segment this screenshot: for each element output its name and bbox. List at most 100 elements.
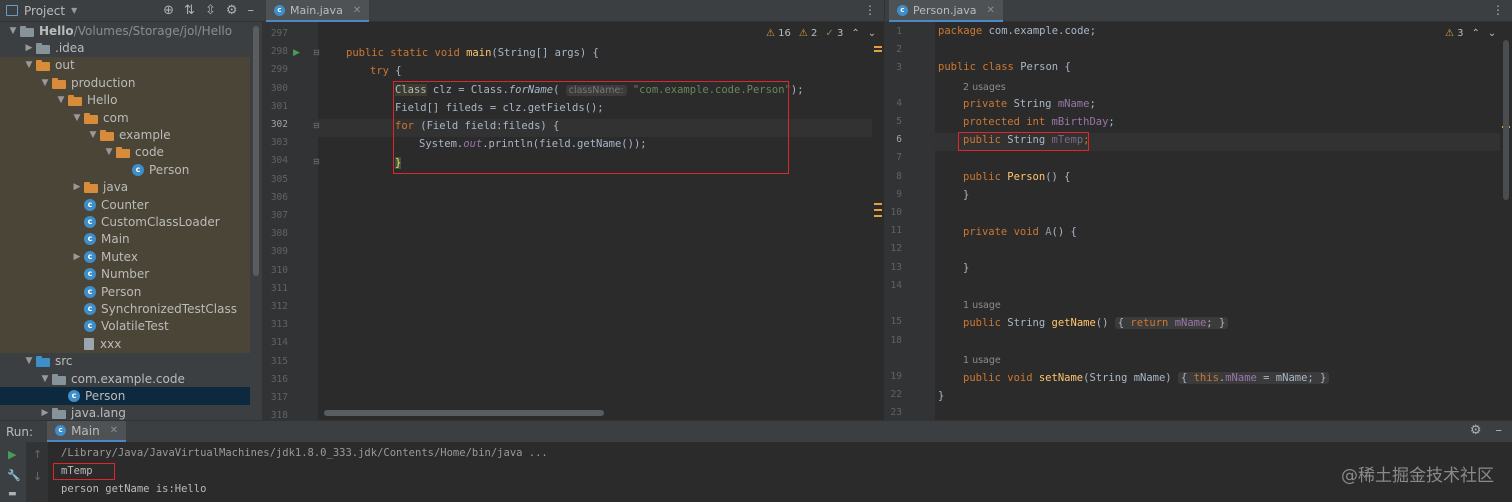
chevron-down-icon[interactable]: ▼ (22, 60, 36, 70)
locate-icon[interactable]: ⊕ (163, 3, 174, 18)
rerun-icon[interactable]: ▶ (8, 448, 16, 461)
tree-item[interactable]: ▶ java (0, 178, 250, 196)
code-line-13[interactable]: } (963, 262, 969, 274)
chevron-down-icon[interactable]: ▼ (102, 147, 116, 157)
error-stripe-marker[interactable] (874, 50, 882, 52)
tree-item[interactable]: c Person (0, 283, 250, 301)
error-stripe-marker[interactable] (874, 209, 882, 211)
more-options-icon[interactable]: ⋮ (864, 3, 876, 17)
code-line-5[interactable]: protected int mBirthDay; (963, 116, 1115, 128)
wrench-icon[interactable]: 🔧 (7, 469, 21, 482)
close-icon[interactable]: ✕ (110, 425, 118, 436)
tree-item-label: SynchronizedTestClass (101, 302, 237, 317)
chevron-right-icon[interactable]: ▶ (70, 182, 84, 192)
tree-item[interactable]: ▼ example (0, 126, 250, 144)
fold-icon[interactable]: ⊟ (313, 157, 320, 166)
editor1-horizontal-scrollbar[interactable] (324, 410, 604, 416)
chevron-right-icon[interactable]: ▶ (22, 43, 36, 53)
error-stripe-marker[interactable] (874, 203, 882, 205)
tree-item[interactable]: c VolatileTest (0, 317, 250, 336)
chevron-down-icon[interactable]: ▼ (22, 356, 36, 366)
line-number: 297 (270, 28, 288, 39)
gear-icon[interactable]: ⚙ (1470, 423, 1482, 438)
code-line-298[interactable]: public static void main(String[] args) { (346, 47, 599, 59)
gear-icon[interactable]: ⚙ (226, 3, 238, 18)
run-toolbar: ▶ 🔧 ▬ (0, 442, 26, 502)
code-line-299[interactable]: try { (370, 65, 402, 77)
code-line-11[interactable]: private void A() { (963, 226, 1077, 238)
tree-item[interactable]: c Counter (0, 196, 250, 214)
folder-icon (20, 25, 34, 37)
chevron-down-icon[interactable]: ⌄ (868, 28, 876, 39)
tab-person-java[interactable]: c Person.java ✕ (889, 0, 1003, 22)
project-view-icon[interactable] (6, 5, 18, 16)
chevron-down-icon[interactable]: ▼ (6, 26, 20, 36)
close-icon[interactable]: ✕ (353, 5, 361, 16)
chevron-down-icon[interactable]: ▼ (38, 78, 52, 88)
usages-hint[interactable]: 2 usages (963, 82, 1006, 93)
tree-item[interactable]: c CustomClassLoader (0, 213, 250, 231)
run-gutter-icon[interactable]: ▶ (293, 48, 300, 58)
code-line-1[interactable]: package com.example.code; (938, 25, 1096, 37)
dropdown-icon[interactable]: ▼ (71, 6, 77, 15)
code-line-9[interactable]: } (963, 189, 969, 201)
tree-item[interactable]: ▼ com.example.code (0, 370, 250, 387)
tree-item[interactable]: ▼ Hello /Volumes/Storage/jol/Hello (0, 22, 250, 39)
collapse-all-icon[interactable]: ⇅ (184, 3, 195, 18)
run-tab-main[interactable]: c Main ✕ (47, 421, 127, 442)
code-line-4[interactable]: private String mName; (963, 98, 1096, 110)
tree-item[interactable]: ▼ src (0, 353, 250, 370)
tree-item[interactable]: ▶ java.lang (0, 405, 250, 420)
code-line-3[interactable]: public class Person { (938, 61, 1071, 73)
tree-item[interactable]: ▼ Hello (0, 91, 250, 109)
tree-item[interactable]: c Main (0, 230, 250, 249)
chevron-down-icon[interactable]: ▼ (70, 113, 84, 123)
expand-icon[interactable]: ⇳ (205, 3, 216, 18)
chevron-down-icon[interactable]: ▼ (86, 130, 100, 140)
error-stripe-marker[interactable] (874, 46, 882, 48)
tree-item[interactable]: ▶ .idea (0, 39, 250, 56)
tree-item[interactable]: c Person (0, 387, 250, 405)
tree-item[interactable]: c SynchronizedTestClass (0, 300, 250, 318)
hide-icon[interactable]: – (248, 3, 255, 18)
inspection-summary[interactable]: ⚠ 16 ⚠ 2 ✓ 3 ⌃ ⌄ (766, 28, 876, 39)
arrow-down-icon[interactable]: ↓ (33, 470, 42, 483)
stop-icon[interactable]: ▬ (8, 489, 17, 499)
tree-item[interactable]: ▶ c Mutex (0, 248, 250, 266)
code-line-8[interactable]: public Person() { (963, 171, 1071, 183)
usages-hint[interactable]: 1 usage (963, 300, 1001, 311)
tree-item[interactable]: ▼ out (0, 56, 250, 75)
tree-item[interactable]: ▼ code (0, 143, 250, 162)
chevron-up-icon[interactable]: ⌃ (1472, 28, 1480, 39)
chevron-down-icon[interactable]: ▼ (38, 374, 52, 384)
tree-item[interactable]: c Number (0, 265, 250, 283)
project-panel: Project ▼ ⊕ ⇅ ⇳ ⚙ – ▼ Hello /Volumes/Stor… (0, 0, 262, 420)
project-title[interactable]: Project (24, 4, 65, 18)
tree-item[interactable]: ▼ production (0, 74, 250, 92)
inspection-summary[interactable]: ⚠ 3 ⌃ ⌄ (1445, 28, 1496, 39)
editor2-vertical-scrollbar[interactable] (1503, 40, 1509, 200)
line-number: 5 (896, 116, 902, 127)
code-line-19[interactable]: public void setName(String mName) { this… (963, 372, 1330, 384)
tree-item[interactable]: c Person (0, 161, 250, 179)
chevron-right-icon[interactable]: ▶ (38, 408, 52, 418)
fold-icon[interactable]: ⊟ (313, 121, 320, 130)
chevron-right-icon[interactable]: ▶ (70, 252, 84, 262)
code-line-15[interactable]: public String getName() { return mName; … (963, 317, 1229, 329)
tree-item[interactable]: ▼ com (0, 109, 250, 127)
project-scrollbar[interactable] (253, 26, 259, 276)
chevron-down-icon[interactable]: ▼ (54, 95, 68, 105)
class-icon: c (84, 216, 96, 229)
more-options-icon[interactable]: ⋮ (1492, 3, 1504, 17)
tree-item[interactable]: xxx (0, 335, 250, 353)
arrow-up-icon[interactable]: ↑ (33, 448, 42, 461)
error-stripe-marker[interactable] (874, 215, 882, 217)
chevron-down-icon[interactable]: ⌄ (1488, 28, 1496, 39)
tab-main-java[interactable]: c Main.java ✕ (266, 0, 370, 22)
usages-hint[interactable]: 1 usage (963, 355, 1001, 366)
code-line-22[interactable]: } (938, 390, 944, 402)
hide-icon[interactable]: – (1496, 423, 1503, 438)
fold-icon[interactable]: ⊟ (313, 48, 320, 57)
close-icon[interactable]: ✕ (987, 5, 995, 16)
chevron-up-icon[interactable]: ⌃ (851, 28, 859, 39)
